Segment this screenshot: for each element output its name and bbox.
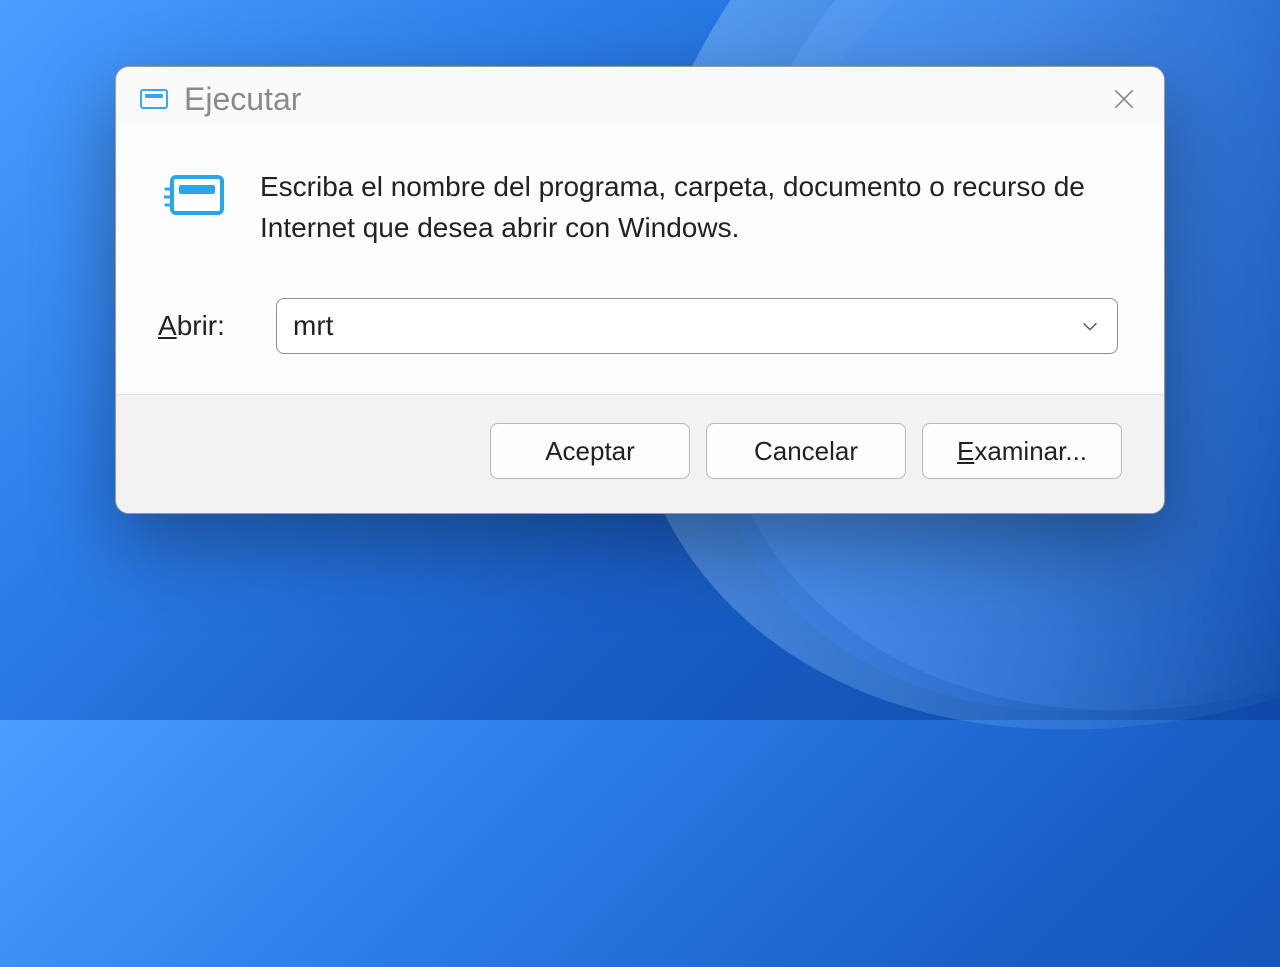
cancel-button[interactable]: Cancelar: [706, 423, 906, 479]
open-input[interactable]: [293, 310, 1079, 342]
dialog-title: Ejecutar: [184, 81, 301, 118]
open-combobox[interactable]: [276, 298, 1118, 354]
combobox-dropdown-button[interactable]: [1079, 315, 1101, 337]
close-button[interactable]: [1104, 79, 1144, 119]
chevron-down-icon: [1079, 315, 1101, 337]
ok-button[interactable]: Aceptar: [490, 423, 690, 479]
dialog-description: Escriba el nombre del programa, carpeta,…: [260, 167, 1122, 248]
close-icon: [1111, 86, 1137, 112]
run-titlebar-icon: [140, 87, 168, 111]
run-dialog: Ejecutar Escriba el nombre del programa,…: [115, 66, 1165, 514]
titlebar[interactable]: Ejecutar: [116, 67, 1164, 127]
dialog-footer: Aceptar Cancelar Examinar...: [116, 394, 1164, 513]
run-icon: [164, 171, 226, 223]
browse-button[interactable]: Examinar...: [922, 423, 1122, 479]
open-label: Abrir:: [158, 310, 248, 342]
